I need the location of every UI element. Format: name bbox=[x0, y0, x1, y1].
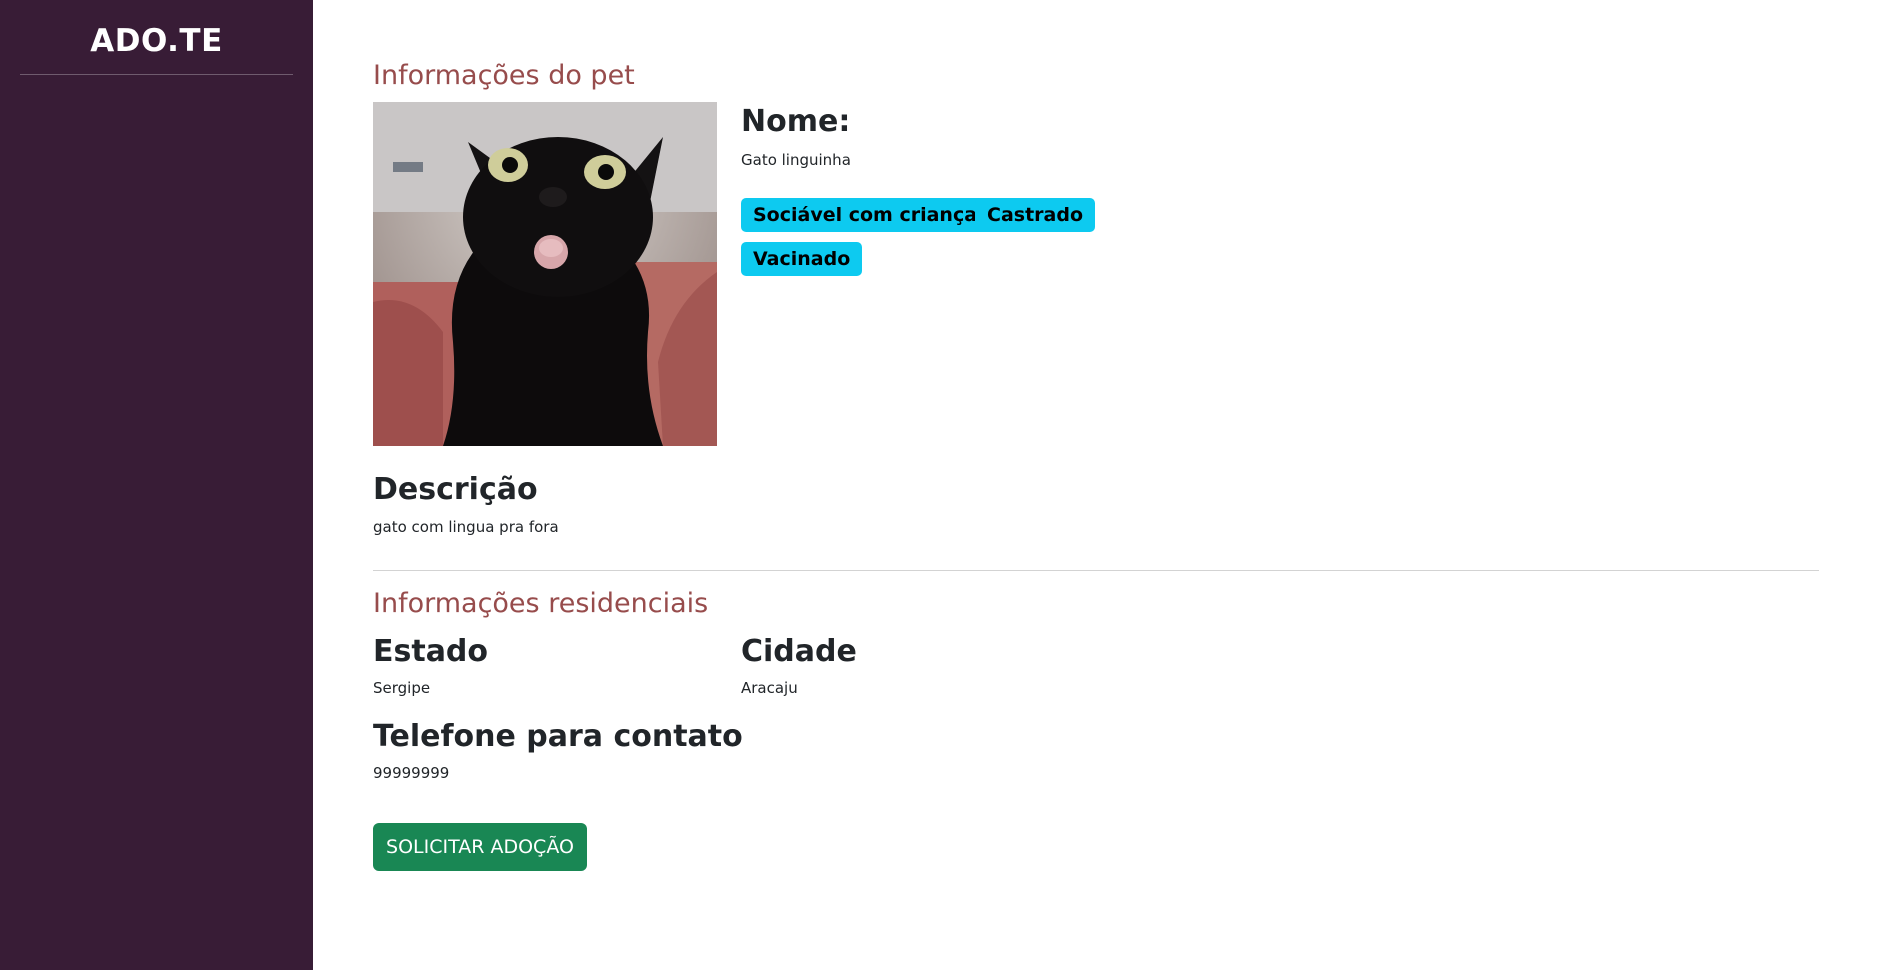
pet-name-value: Gato linguinha bbox=[741, 151, 851, 169]
phone-label: Telefone para contato bbox=[373, 719, 743, 754]
request-adoption-button[interactable]: SOLICITAR ADOÇÃO bbox=[373, 823, 587, 871]
section-divider bbox=[373, 570, 1819, 571]
pet-name-label: Nome: bbox=[741, 104, 851, 139]
sidebar: ADO.TE bbox=[0, 0, 313, 970]
description-value: gato com lingua pra fora bbox=[373, 518, 559, 536]
pet-photo bbox=[373, 102, 717, 446]
phone-value: 99999999 bbox=[373, 764, 450, 782]
city-value: Aracaju bbox=[741, 679, 798, 697]
pet-info-title: Informações do pet bbox=[373, 60, 635, 91]
badge-sociable-with-children: Sociável com crianças bbox=[741, 198, 1001, 232]
badge-neutered: Castrado bbox=[975, 198, 1096, 232]
residence-info-title: Informações residenciais bbox=[373, 588, 709, 619]
description-label: Descrição bbox=[373, 472, 538, 507]
main-content: Informações do pet Nome: Gato linguinha … bbox=[313, 0, 1878, 970]
badge-vaccinated: Vacinado bbox=[741, 242, 863, 276]
app-root: ADO.TE Informações do pet Nome: Gato lin… bbox=[0, 0, 1878, 970]
brand-logo-text[interactable]: ADO.TE bbox=[20, 0, 293, 75]
state-value: Sergipe bbox=[373, 679, 431, 697]
city-label: Cidade bbox=[741, 634, 857, 669]
state-label: Estado bbox=[373, 634, 489, 669]
